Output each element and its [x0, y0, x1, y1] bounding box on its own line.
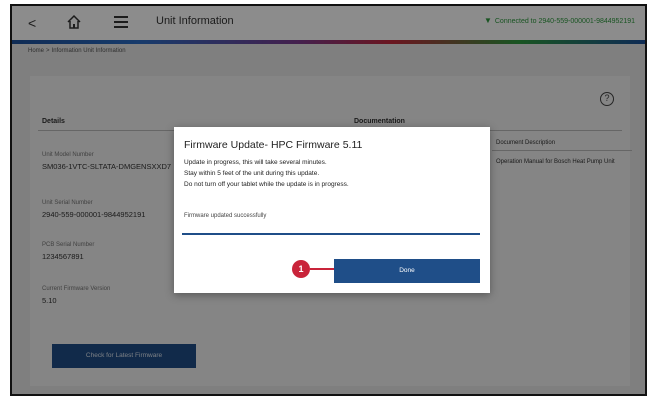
dialog-title: Firmware Update- HPC Firmware 5.11: [184, 139, 363, 151]
step-callout-badge: 1: [292, 260, 310, 278]
firmware-update-dialog: Firmware Update- HPC Firmware 5.11 Updat…: [174, 127, 490, 293]
dialog-message-line: Stay within 5 feet of the unit during th…: [184, 170, 320, 177]
callout-pointer: [310, 268, 334, 270]
progress-fill: [182, 233, 480, 235]
update-status-text: Firmware updated successfully: [184, 213, 267, 219]
dialog-message-line: Update in progress, this will take sever…: [184, 159, 327, 166]
done-button[interactable]: Done: [334, 259, 480, 283]
dialog-message-line: Do not turn off your tablet while the up…: [184, 181, 349, 188]
app-frame: < Unit Information ▼ Connected to 2940-55…: [10, 4, 647, 396]
update-progress-bar: [182, 233, 480, 235]
